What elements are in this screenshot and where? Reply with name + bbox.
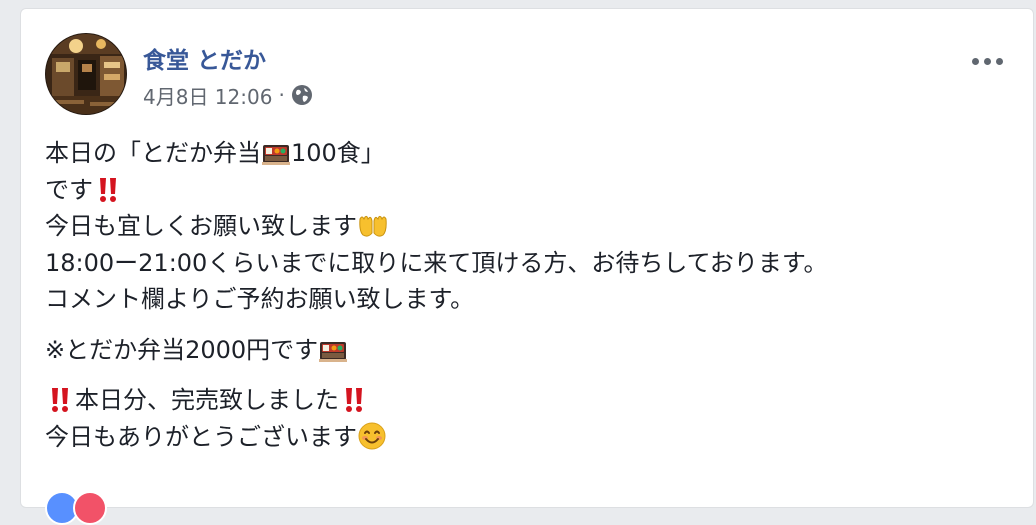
body-line: 18:00ー21:00くらいまでに取りに来て頂ける方、お待ちしております。 bbox=[45, 245, 1013, 282]
bento-box-icon bbox=[319, 337, 348, 374]
love-reaction-icon[interactable] bbox=[73, 491, 107, 525]
restaurant-interior-photo bbox=[46, 34, 126, 114]
globe-icon[interactable] bbox=[291, 84, 313, 106]
body-line: 本日分、完売致しました bbox=[45, 382, 1013, 419]
paragraph-1: 本日の「とだか弁当 100食」 です 今日も宜しくお願い致します 18:00ー21… bbox=[45, 135, 1013, 318]
author-avatar[interactable] bbox=[45, 33, 127, 115]
bento-box-icon bbox=[262, 140, 290, 177]
body-text: 本日の「とだか弁当 bbox=[45, 139, 261, 167]
post-meta: 4月8日 12:06 · bbox=[143, 81, 313, 109]
body-text: 本日分、完売致しました bbox=[75, 386, 339, 414]
post-timestamp[interactable]: 4月8日 12:06 bbox=[143, 81, 272, 110]
body-text: です bbox=[45, 175, 93, 204]
body-text: 100食」 bbox=[291, 139, 385, 167]
body-text: ※とだか弁当2000円です bbox=[45, 335, 319, 364]
body-line: 今日もありがとうございます bbox=[45, 419, 1013, 456]
body-line: ※とだか弁当2000円です bbox=[45, 332, 1013, 369]
author-name[interactable]: 食堂 とだか bbox=[143, 41, 266, 75]
meta-separator: · bbox=[278, 83, 285, 107]
body-line: コメント欄よりご予約お願い致します。 bbox=[45, 281, 1013, 318]
body-text: 今日もありがとうございます bbox=[45, 422, 357, 451]
post-header: 食堂 とだか 4月8日 12:06 · bbox=[45, 33, 1013, 117]
body-line: 今日も宜しくお願い致します bbox=[45, 208, 1013, 245]
post-body: 本日の「とだか弁当 100食」 です 今日も宜しくお願い致します 18:00ー21… bbox=[45, 135, 1013, 469]
more-options-icon[interactable] bbox=[967, 49, 1007, 73]
post-card: 食堂 とだか 4月8日 12:06 · 本日の「とだか弁当 100食」 です 今… bbox=[20, 8, 1034, 525]
body-text: 今日も宜しくお願い致します bbox=[45, 212, 357, 240]
paragraph-3: 本日分、完売致しました 今日もありがとうございます bbox=[45, 382, 1013, 455]
body-line: 本日の「とだか弁当 100食」 bbox=[45, 135, 1013, 172]
smiling-face-icon bbox=[358, 422, 386, 461]
body-text: コメント欄よりご予約お願い致します。 bbox=[45, 285, 475, 313]
paragraph-2: ※とだか弁当2000円です bbox=[45, 332, 1013, 369]
body-line: です bbox=[45, 172, 1013, 209]
body-text: 18:00ー21:00くらいまでに取りに来て頂ける方、お待ちしております。 bbox=[45, 248, 828, 277]
